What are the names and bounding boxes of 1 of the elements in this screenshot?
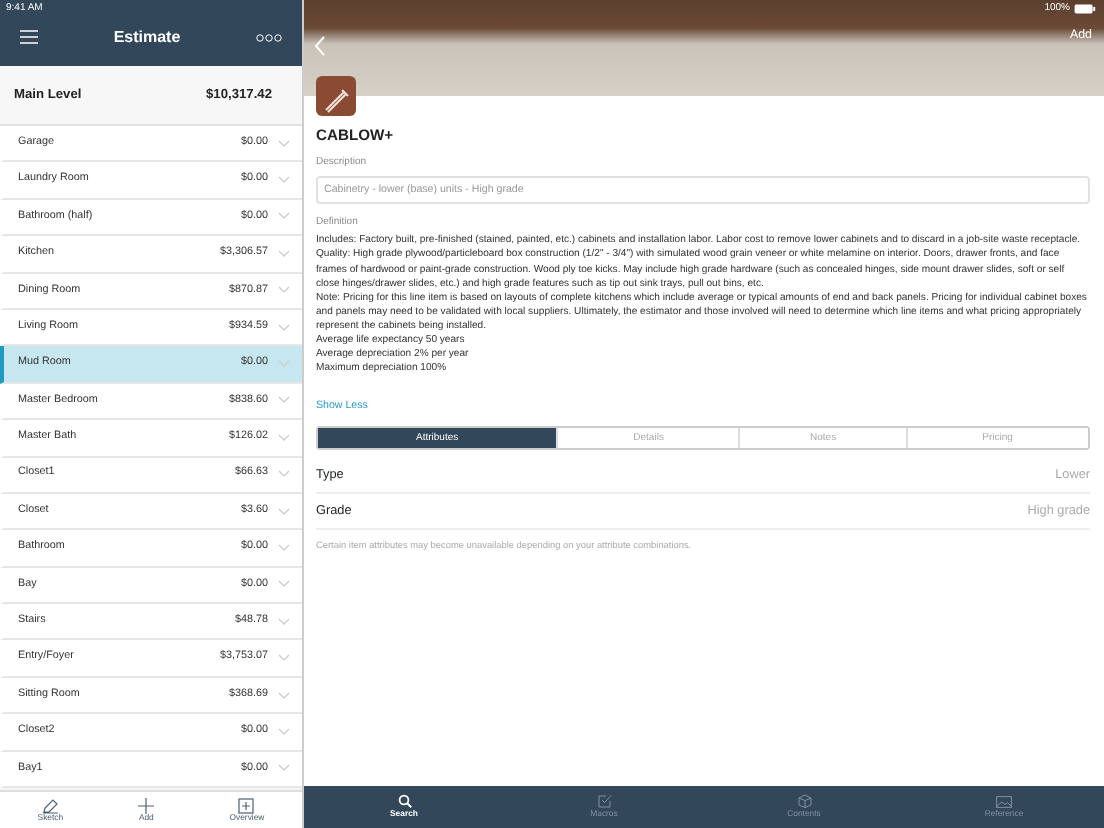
sidebar-title: Estimate (113, 25, 181, 49)
